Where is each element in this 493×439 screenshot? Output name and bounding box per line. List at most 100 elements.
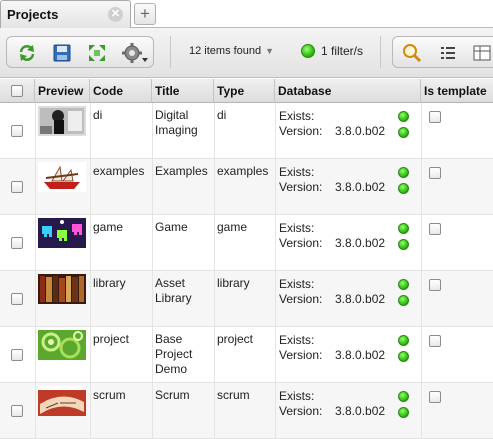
save-icon[interactable] (51, 42, 73, 64)
select-all-header (0, 79, 35, 103)
filter-status-icon (301, 44, 315, 58)
title-cell: Game (155, 220, 213, 235)
column-header-title[interactable]: Title (152, 79, 214, 103)
preview-thumbnail[interactable] (38, 330, 86, 360)
version-label: Version: (279, 236, 323, 250)
column-divider (152, 327, 153, 383)
exists-label: Exists: (279, 389, 315, 403)
filter-count[interactable]: 1 filter/s (321, 44, 363, 58)
row-select-checkbox[interactable] (11, 349, 23, 361)
column-divider (90, 327, 91, 383)
column-header-database[interactable]: Database (275, 79, 421, 103)
title-line: Scrum (155, 388, 190, 402)
expand-icon[interactable] (86, 42, 108, 64)
type-cell: scrum (217, 388, 250, 402)
status-exists-icon (398, 167, 409, 178)
type-cell: library (217, 276, 250, 290)
column-divider (90, 159, 91, 215)
column-divider (421, 327, 422, 383)
preview-thumbnail[interactable] (38, 162, 86, 192)
is-template-checkbox[interactable] (429, 111, 441, 123)
title-line: Project (155, 347, 193, 361)
table-row[interactable]: project Base Project Demo project Exists: Vers… (0, 327, 493, 383)
code-cell: project (93, 332, 130, 346)
is-template-checkbox[interactable] (429, 223, 441, 235)
gear-icon[interactable] (121, 42, 149, 64)
type-cell: game (217, 220, 248, 234)
column-divider (90, 215, 91, 271)
preview-thumbnail[interactable] (38, 218, 86, 248)
type-cell: examples (217, 164, 269, 178)
column-header-type[interactable]: Type (214, 79, 275, 103)
select-all-checkbox[interactable] (11, 85, 23, 97)
row-select-checkbox[interactable] (11, 181, 23, 193)
is-template-checkbox[interactable] (429, 335, 441, 347)
title-cell: Scrum (155, 388, 213, 403)
row-select-checkbox[interactable] (11, 405, 23, 417)
close-icon[interactable]: ✕ (108, 7, 123, 22)
column-divider (35, 327, 36, 383)
column-divider (214, 271, 215, 327)
title-cell: Examples (155, 164, 213, 179)
column-header-code[interactable]: Code (90, 79, 152, 103)
code-cell: game (93, 220, 124, 234)
title-line: Imaging (155, 123, 198, 137)
tab-bar: Projects ✕ + (0, 0, 493, 28)
preview-thumbnail[interactable] (38, 106, 86, 136)
toolbar-divider (170, 36, 171, 68)
status-exists-icon (398, 335, 409, 346)
toolbar-divider (380, 36, 381, 68)
column-header-is-template[interactable]: Is template (421, 79, 493, 103)
status-version-icon (398, 239, 409, 250)
row-select-checkbox[interactable] (11, 237, 23, 249)
column-divider (214, 383, 215, 439)
column-divider (214, 327, 215, 383)
row-select-checkbox[interactable] (11, 293, 23, 305)
is-template-checkbox[interactable] (429, 279, 441, 291)
status-version-icon (398, 351, 409, 362)
title-line: Asset (155, 276, 186, 290)
table-row[interactable]: scrum Scrum scrum Exists: Version: 3.8.0.b02 (0, 383, 493, 439)
status-version-icon (398, 183, 409, 194)
preview-thumbnail[interactable] (38, 274, 86, 304)
table-row[interactable]: library Asset Library library Exists: Version… (0, 271, 493, 327)
search-icon[interactable] (401, 42, 423, 64)
column-divider (214, 103, 215, 159)
list-view-icon[interactable] (437, 42, 459, 64)
column-divider (90, 103, 91, 159)
preview-thumbnail[interactable] (38, 386, 86, 416)
column-divider (152, 383, 153, 439)
refresh-icon[interactable] (16, 42, 38, 64)
plus-icon: + (140, 4, 150, 23)
title-line: Digital (155, 108, 189, 122)
table-row[interactable]: di Digital Imaging di Exists: Version: 3.8.0.b… (0, 103, 493, 159)
column-divider (421, 271, 422, 327)
title-cell: Base Project Demo (155, 332, 213, 377)
status-version-icon (398, 295, 409, 306)
status-exists-icon (398, 223, 409, 234)
items-found-dropdown[interactable]: 12 items found ▼ (189, 45, 274, 57)
column-divider (35, 159, 36, 215)
exists-label: Exists: (279, 333, 315, 347)
row-select-checkbox[interactable] (11, 125, 23, 137)
column-divider (421, 103, 422, 159)
column-divider (152, 103, 153, 159)
column-divider (90, 271, 91, 327)
is-template-checkbox[interactable] (429, 167, 441, 179)
code-cell: scrum (93, 388, 126, 402)
table-row[interactable]: examples Examples examples Exists: Version: 3… (0, 159, 493, 215)
table-row[interactable]: game Game game Exists: Version: 3.8.0.b02 (0, 215, 493, 271)
version-label: Version: (279, 292, 323, 306)
status-version-icon (398, 127, 409, 138)
title-line: Library (155, 291, 192, 305)
column-header-preview[interactable]: Preview (35, 79, 90, 103)
column-divider (35, 383, 36, 439)
title-line: Demo (155, 362, 188, 376)
version-label: Version: (279, 404, 323, 418)
add-tab-button[interactable]: + (134, 3, 156, 25)
table-view-icon[interactable] (471, 42, 493, 64)
title-line: Game (155, 220, 188, 234)
tab-projects[interactable]: Projects ✕ (0, 0, 131, 28)
status-exists-icon (398, 391, 409, 402)
is-template-checkbox[interactable] (429, 391, 441, 403)
